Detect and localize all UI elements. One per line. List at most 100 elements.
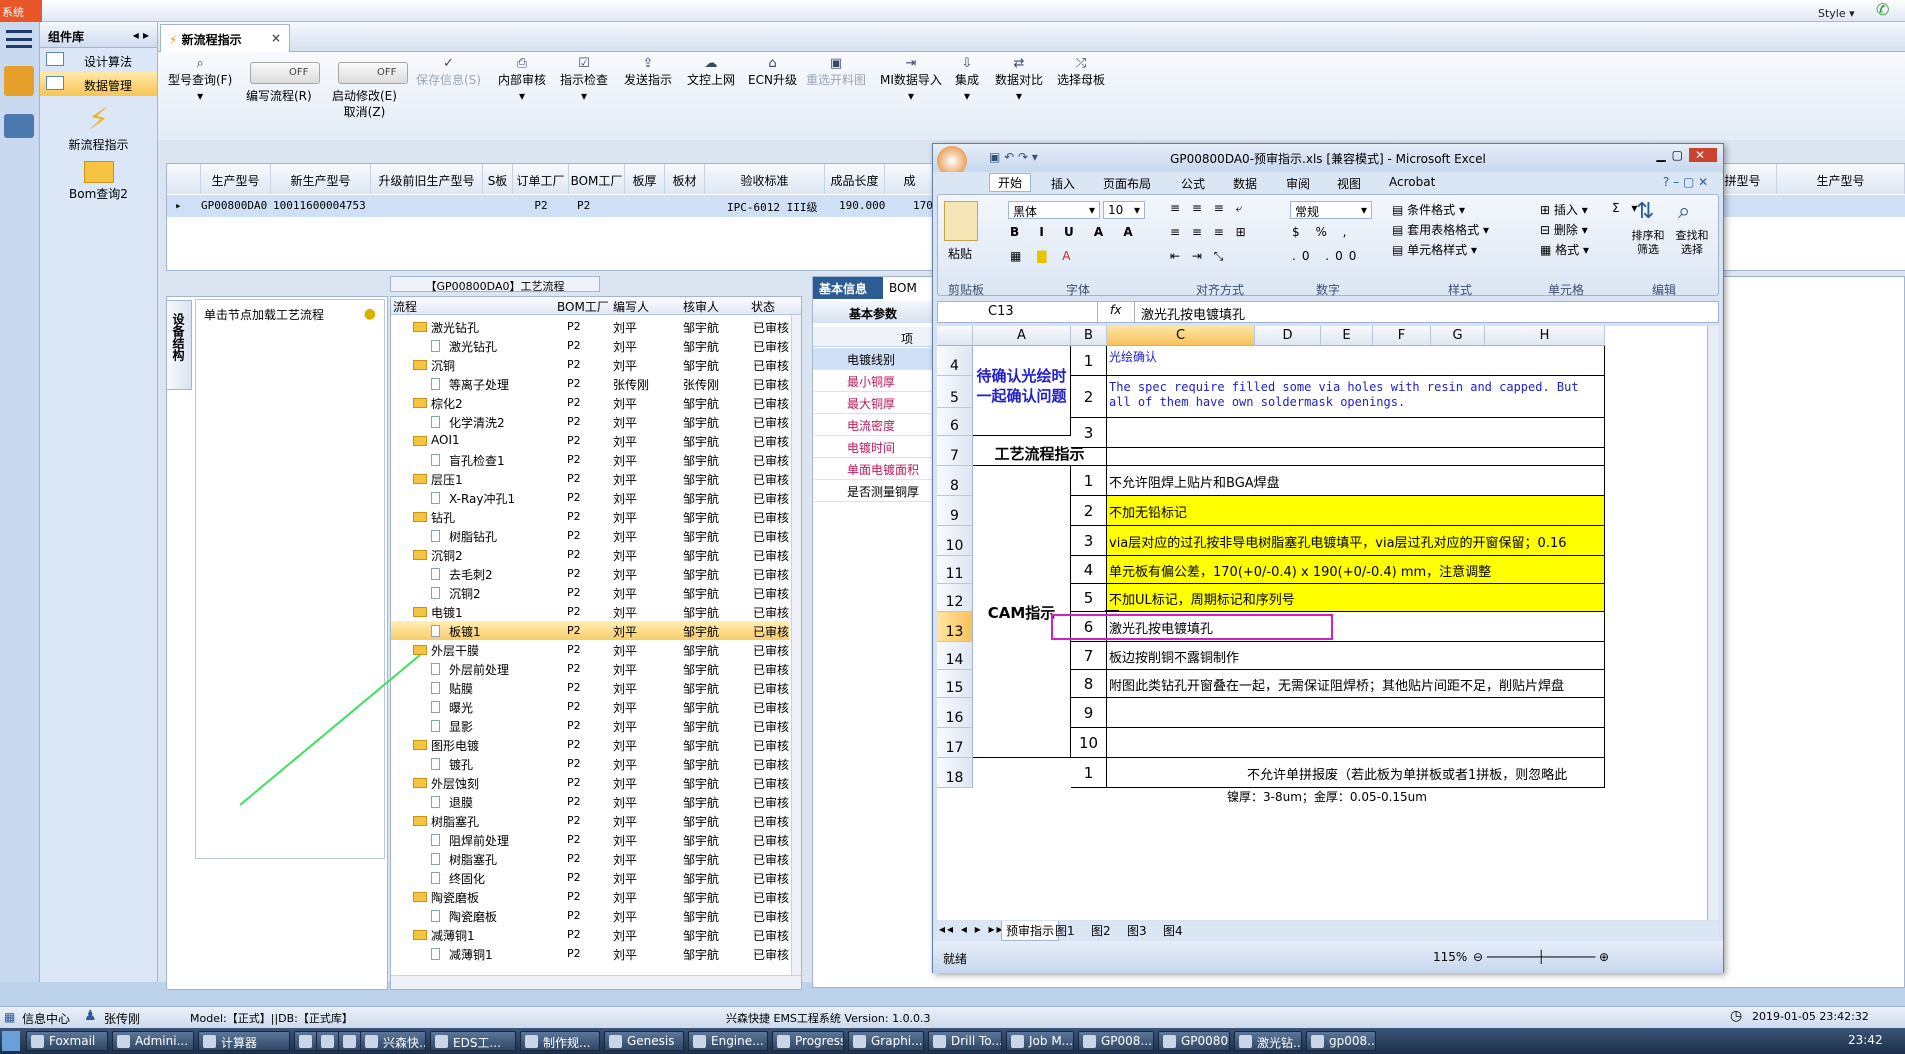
flow-tree-row[interactable]: 终固化 P2 刘平 邹宇航 已审核 bbox=[391, 868, 789, 887]
tab-home[interactable]: 开始 bbox=[989, 173, 1032, 192]
flow-tree-row[interactable]: 板镀1 P2 刘平 邹宇航 已审核 bbox=[391, 621, 789, 640]
hamburger-menu-icon[interactable] bbox=[6, 30, 32, 48]
col-header[interactable]: 核审人 bbox=[683, 298, 719, 315]
col-header[interactable]: 升级前旧生产型号 bbox=[371, 164, 483, 194]
maximize-icon[interactable]: ▢ bbox=[1672, 148, 1689, 162]
flow-tree-row[interactable]: 电镀1 P2 刘平 邹宇航 已审核 bbox=[391, 602, 789, 621]
row-header[interactable]: 17 bbox=[937, 728, 973, 758]
taskbar-button[interactable]: Progress bbox=[772, 1031, 844, 1051]
subtab-basic-params[interactable]: 基本参数 bbox=[813, 301, 933, 323]
taskbar-button[interactable]: 兴森快... bbox=[360, 1031, 426, 1051]
item-text-cell[interactable]: 光绘确认 bbox=[1107, 346, 1605, 376]
tab-basic-info[interactable]: 基本信息 bbox=[813, 277, 883, 299]
col-header[interactable]: 成 bbox=[885, 164, 935, 194]
col-header[interactable]: BOM工厂 bbox=[557, 298, 609, 315]
col-header[interactable]: 新生产型号 bbox=[271, 164, 371, 194]
cam-item-text[interactable] bbox=[1107, 698, 1605, 728]
flow-tree-row[interactable]: 棕化2 P2 刘平 邹宇航 已审核 bbox=[391, 393, 789, 412]
zoom-level[interactable]: 115% bbox=[1433, 950, 1467, 964]
name-box[interactable]: C13 bbox=[938, 302, 1098, 322]
cam-item-number[interactable]: 9 bbox=[1071, 698, 1107, 728]
column-header[interactable]: C bbox=[1107, 326, 1255, 346]
insert-cells-button[interactable]: ⊞ 插入 ▾ bbox=[1540, 201, 1588, 218]
formula-input[interactable]: 激光孔按电镀填孔 bbox=[1134, 302, 1694, 323]
col-header[interactable]: 生产型号 bbox=[201, 164, 271, 194]
flow-tree-row[interactable]: 激光钻孔 P2 刘平 邹宇航 已审核 bbox=[391, 317, 789, 336]
cam-item-text[interactable]: 不加无铅标记 bbox=[1107, 496, 1605, 526]
cam-item-number[interactable]: 8 bbox=[1071, 670, 1107, 698]
col-header[interactable]: BOM工厂 bbox=[569, 164, 625, 194]
sheet-tab[interactable]: 图2 bbox=[1087, 921, 1115, 940]
cam-item-number[interactable]: 3 bbox=[1071, 526, 1107, 556]
flow-tree-row[interactable]: X-Ray冲孔1 P2 刘平 邹宇航 已审核 bbox=[391, 488, 789, 507]
flow-tree-row[interactable]: 盲孔检查1 P2 刘平 邹宇航 已审核 bbox=[391, 450, 789, 469]
flow-tree-row[interactable]: 贴膜 P2 刘平 邹宇航 已审核 bbox=[391, 678, 789, 697]
minimize-icon[interactable]: ▁ bbox=[1656, 148, 1671, 162]
flow-tree-row[interactable]: 树脂塞孔 P2 刘平 邹宇航 已审核 bbox=[391, 811, 789, 830]
cam-label-cell[interactable]: CAM指示 bbox=[973, 466, 1071, 758]
row-header[interactable]: 16 bbox=[937, 698, 973, 728]
internal-review-button[interactable]: ⎙ 内部审核 ▾ bbox=[498, 56, 546, 104]
section-label-cell[interactable]: 工艺流程指示 bbox=[973, 438, 1107, 466]
close-icon[interactable]: × bbox=[271, 31, 281, 45]
tab-acrobat[interactable]: Acrobat bbox=[1389, 175, 1435, 189]
taskbar-button[interactable]: 计算器 bbox=[198, 1031, 290, 1051]
cell-style-button[interactable]: ▤ 单元格样式 ▾ bbox=[1392, 241, 1477, 258]
row-header[interactable]: 14 bbox=[937, 642, 973, 670]
param-row[interactable]: 单面电镀面积 bbox=[813, 458, 933, 480]
row-header[interactable]: 6 bbox=[937, 408, 973, 436]
integrate-button[interactable]: ⇩ 集成 ▾ bbox=[955, 56, 979, 104]
nav-item-data-management[interactable]: 数据管理 bbox=[40, 72, 157, 96]
param-row[interactable]: 电流密度 bbox=[813, 414, 933, 436]
taskbar-button[interactable]: Foxmail bbox=[26, 1031, 108, 1051]
flow-tree-row[interactable]: 层压1 P2 刘平 邹宇航 已审核 bbox=[391, 469, 789, 488]
tab-insert[interactable]: 插入 bbox=[1051, 175, 1075, 192]
send-instruction-button[interactable]: ⇪ 发送指示 bbox=[624, 56, 672, 88]
flow-tree-row[interactable]: 陶瓷磨板 P2 刘平 邹宇航 已审核 bbox=[391, 887, 789, 906]
flow-tree-row[interactable]: 外层前处理 P2 刘平 邹宇航 已审核 bbox=[391, 659, 789, 678]
cam-item-text[interactable]: via层对应的过孔按非导电树脂塞孔电镀填平，via层过孔对应的开窗保留；0.16 bbox=[1107, 526, 1605, 556]
taskbar-button[interactable]: GP0080... bbox=[1158, 1031, 1230, 1051]
quick-access-icons[interactable]: ▣ ↶ ↷ ▾ bbox=[989, 150, 1038, 164]
flow-tree-row[interactable]: 树脂钻孔 P2 刘平 邹宇航 已审核 bbox=[391, 526, 789, 545]
taskbar-button[interactable]: Graphi... bbox=[848, 1031, 924, 1051]
tab-equipment-structure[interactable]: 设备结构 bbox=[166, 300, 192, 390]
horizontal-scrollbar[interactable] bbox=[391, 975, 801, 989]
cam-item-number[interactable]: 1 bbox=[1071, 466, 1107, 496]
flow-tree-row[interactable]: 激光钻孔 P2 刘平 邹宇航 已审核 bbox=[391, 336, 789, 355]
taskbar-button[interactable]: Admini... bbox=[112, 1031, 194, 1051]
font-name-select[interactable]: 黑体 ▾ bbox=[1008, 201, 1100, 219]
table-format-button[interactable]: ▤ 套用表格格式 ▾ bbox=[1392, 221, 1489, 238]
indent-buttons[interactable]: ⇤ ⇥ ⤡ bbox=[1170, 249, 1227, 264]
row-header[interactable]: 4 bbox=[937, 346, 973, 376]
taskbar-button[interactable]: GP008... bbox=[1078, 1031, 1154, 1051]
cam-item-number[interactable]: 4 bbox=[1071, 556, 1107, 584]
cam-item-text[interactable]: 不加UL标记，周期标记和序列号 bbox=[1107, 584, 1605, 612]
mi-data-import-button[interactable]: ⇥ MI数据导入 ▾ bbox=[880, 56, 942, 104]
flow-tree-row[interactable]: 阻焊前处理 P2 刘平 邹宇航 已审核 bbox=[391, 830, 789, 849]
taskbar-button[interactable]: gp008... bbox=[1306, 1031, 1376, 1051]
issues-label-cell[interactable]: 待确认光绘时一起确认问题 bbox=[973, 346, 1071, 436]
flow-tree-row[interactable]: 图形电镀 P2 刘平 邹宇航 已审核 bbox=[391, 735, 789, 754]
column-header[interactable]: F bbox=[1373, 326, 1431, 346]
horizontal-align-buttons[interactable]: ≡ ≡ ≡ ⊞ bbox=[1170, 225, 1250, 239]
cam-item-text[interactable]: 板边按削铜不露铜制作 bbox=[1107, 642, 1605, 670]
flow-tree-row[interactable]: 陶瓷磨板 P2 刘平 邹宇航 已审核 bbox=[391, 906, 789, 925]
select-mother-board-button[interactable]: ⤮ 选择母板 bbox=[1057, 56, 1105, 88]
sort-filter-button[interactable]: 排序和筛选 bbox=[1628, 229, 1668, 257]
taskbar-button[interactable]: Engine... bbox=[688, 1031, 768, 1051]
row-header[interactable]: 12 bbox=[937, 584, 973, 612]
taskbar-button[interactable]: Job M... bbox=[1006, 1031, 1074, 1051]
column-header[interactable]: D bbox=[1255, 326, 1321, 346]
cam-item-number[interactable]: 5 bbox=[1071, 584, 1107, 612]
taskbar-button[interactable]: Genesis bbox=[604, 1031, 684, 1051]
empty-cell[interactable] bbox=[1107, 438, 1605, 466]
font-size-select[interactable]: 10 ▾ bbox=[1103, 201, 1145, 219]
col-header[interactable]: 编写人 bbox=[613, 298, 649, 315]
col-header[interactable]: 板材 bbox=[665, 164, 705, 194]
col-header[interactable]: 验收标准 bbox=[705, 164, 825, 194]
param-row[interactable]: 最大铜厚 bbox=[813, 392, 933, 414]
row-header[interactable]: 15 bbox=[937, 670, 973, 698]
number-buttons[interactable]: $ % , bbox=[1292, 225, 1352, 239]
sheet-vertical-scrollbar[interactable] bbox=[1707, 326, 1719, 920]
